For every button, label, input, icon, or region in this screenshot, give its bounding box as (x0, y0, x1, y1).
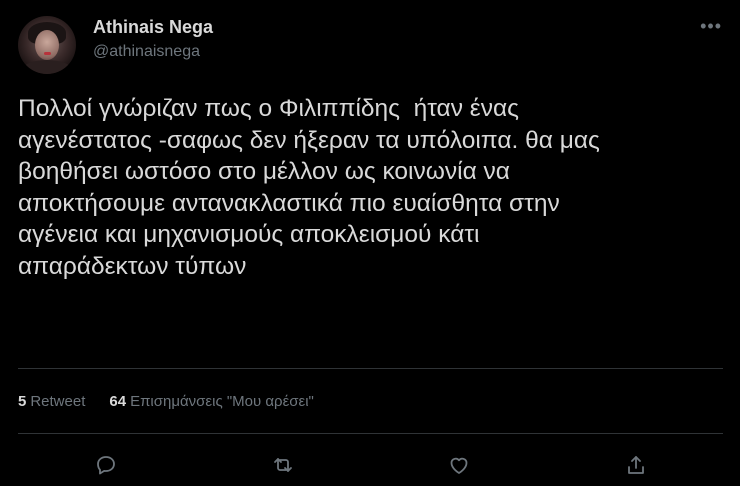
reply-icon (97, 456, 115, 475)
avatar-face (35, 30, 59, 60)
reply-button[interactable] (91, 450, 121, 480)
retweet-count: 5 (18, 393, 27, 410)
avatar[interactable] (18, 16, 76, 74)
avatar-shoulder (22, 60, 72, 74)
divider-bottom (18, 433, 723, 434)
share-button[interactable] (621, 450, 651, 480)
like-count: 64 (109, 393, 127, 410)
tweet-stats: 5 Retweet 64 Επισημάνσεις "Μου αρέσει" (18, 393, 314, 410)
like-stat[interactable]: 64 Επισημάνσεις "Μου αρέσει" (109, 393, 314, 410)
user-handle[interactable]: @athinaisnega (93, 43, 200, 61)
share-icon (628, 456, 644, 474)
avatar-lips (44, 52, 51, 55)
like-label: Επισημάνσεις "Μου αρέσει" (130, 393, 314, 410)
retweet-icon (274, 458, 292, 472)
retweet-button[interactable] (268, 450, 298, 480)
action-bar (0, 450, 740, 480)
display-name[interactable]: Athinais Nega (93, 17, 213, 38)
heart-icon (450, 457, 468, 474)
tweet-text: Πολλοί γνώριζαν πως ο Φιλιππίδης ήταν έν… (18, 95, 600, 280)
retweet-stat[interactable]: 5 Retweet (18, 393, 85, 410)
more-horizontal-icon[interactable]: ••• (700, 16, 722, 37)
like-button[interactable] (444, 450, 474, 480)
divider-top (18, 368, 723, 369)
retweet-label: Retweet (30, 393, 86, 410)
